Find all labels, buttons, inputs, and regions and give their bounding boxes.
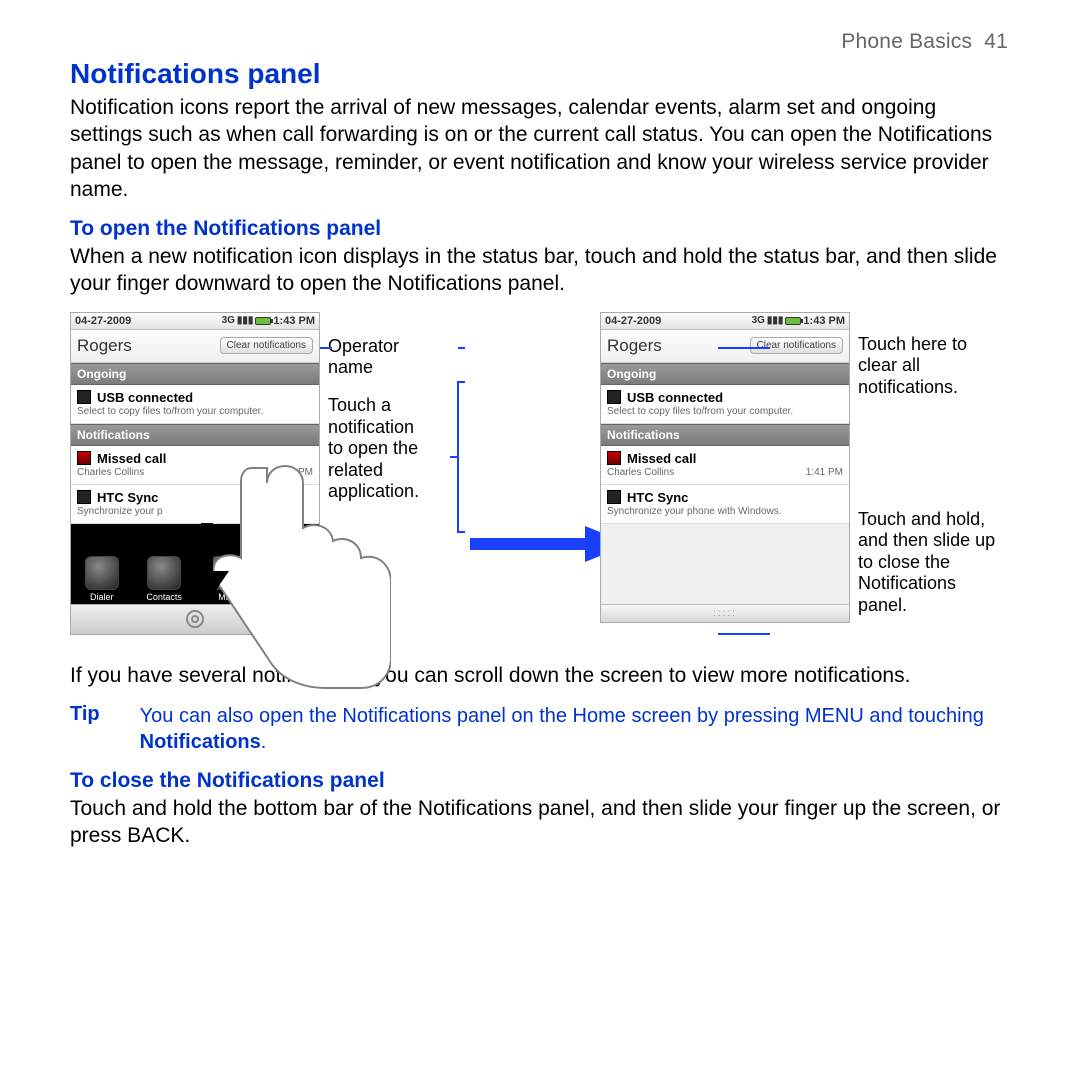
figure-row: 04-27-2009 3G ▮▮▮ 1:43 PM Rogers Clear n… [70,312,1010,652]
contacts-icon [147,556,181,590]
mail-icon [210,556,244,590]
operator-row: Rogers Clear notifications [601,330,849,363]
page-header: Phone Basics 41 [70,30,1010,54]
battery-icon [255,317,271,325]
battery-icon [785,317,801,325]
annot-operator: Operator name [328,336,432,379]
notifications-header: Notifications [601,424,849,446]
ongoing-header: Ongoing [601,363,849,385]
dock-browser[interactable]: Browser [271,556,305,602]
notification-usb[interactable]: USB connected Select to copy files to/fr… [601,385,849,424]
home-icon [186,610,204,628]
dock-mail[interactable]: Mail [210,556,244,602]
missed-call-icon [607,451,621,465]
intro-paragraph: Notification icons report the arrival of… [70,94,1010,203]
status-date: 04-27-2009 [75,315,131,327]
notification-missed-call[interactable]: Missed call Charles Collins1:41 PM [601,446,849,485]
usb-icon [77,390,91,404]
notification-missed-call[interactable]: Missed call Charles Collins1:41 PM [71,446,319,485]
annot-touch-clear: Touch here to clear all notifications. [858,334,1010,399]
heading-notifications-panel: Notifications panel [70,58,1010,90]
status-time: 1:43 PM [273,315,315,327]
after-figure-paragraph: If you have several notifications, you c… [70,662,1010,689]
heading-close-panel: To close the Notifications panel [70,769,1010,793]
tip-label: Tip [70,703,100,755]
usb-icon [607,390,621,404]
signal-3g-icon: 3G [752,316,765,326]
dialer-icon [85,556,119,590]
notification-htc-sync[interactable]: HTC Sync Synchronize your phone with Win… [601,485,849,524]
operator-name: Rogers [607,336,662,356]
close-paragraph: Touch and hold the bottom bar of the Not… [70,795,1010,850]
missed-call-icon [77,451,91,465]
annot-slide-close: Touch and hold, and then slide up to clo… [858,509,1010,617]
drag-handle[interactable]: ::::: [601,604,849,622]
tip-text: You can also open the Notifications pane… [140,703,1010,755]
home-dock: Dialer Contacts Mail Browser [71,524,319,634]
notification-htc-sync[interactable]: HTC Sync Synchronize your p [71,485,319,524]
signal-bars-icon: ▮▮▮ [237,316,254,326]
panel-empty-area [601,524,849,604]
sync-icon [607,490,621,504]
browser-icon [271,556,305,590]
annotation-middle: Operator name Touch a notification to op… [328,312,432,519]
clear-notifications-button[interactable]: Clear notifications [220,337,313,354]
phone-screenshot-right: 04-27-2009 3G ▮▮▮ 1:43 PM Rogers Clear n… [600,312,850,623]
signal-3g-icon: 3G [222,316,235,326]
status-bar: 04-27-2009 3G ▮▮▮ 1:43 PM [71,313,319,330]
page-number: 41 [984,30,1008,53]
sync-icon [77,490,91,504]
operator-name: Rogers [77,336,132,356]
heading-open-panel: To open the Notifications panel [70,217,1010,241]
notifications-header: Notifications [71,424,319,446]
open-paragraph: When a new notification icon displays in… [70,243,1010,298]
operator-row: Rogers Clear notifications [71,330,319,363]
status-bar: 04-27-2009 3G ▮▮▮ 1:43 PM [601,313,849,330]
home-bar[interactable] [71,604,319,634]
tip-block: Tip You can also open the Notifications … [70,703,1010,755]
notification-usb[interactable]: USB connected Select to copy files to/fr… [71,385,319,424]
status-date: 04-27-2009 [605,315,661,327]
annotation-right: Touch here to clear all notifications. T… [858,312,1010,633]
signal-bars-icon: ▮▮▮ [767,316,784,326]
clear-notifications-button[interactable]: Clear notifications [750,337,843,354]
dock-dialer[interactable]: Dialer [85,556,119,602]
dock-contacts[interactable]: Contacts [146,556,182,602]
ongoing-header: Ongoing [71,363,319,385]
status-time: 1:43 PM [803,315,845,327]
phone-screenshot-left: 04-27-2009 3G ▮▮▮ 1:43 PM Rogers Clear n… [70,312,320,635]
section-name: Phone Basics [841,30,972,53]
annot-touch-open: Touch a notification to open the related… [328,395,432,503]
